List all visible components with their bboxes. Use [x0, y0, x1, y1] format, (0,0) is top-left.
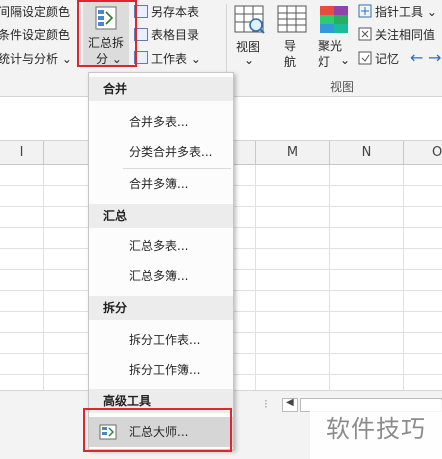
scroll-left-button[interactable]: ◀ [282, 397, 298, 412]
menu-item-merge-sheets[interactable]: 合并多表... [89, 107, 233, 137]
ribbon-item-table-index[interactable]: 表格目录 [151, 26, 199, 43]
column-header-i[interactable]: I [0, 141, 44, 165]
menu-item-merge-workbooks[interactable]: 合并多簿... [89, 169, 233, 199]
ribbon-item-worksheet[interactable]: 工作表 ⌄ [151, 50, 201, 67]
grid-col-line [43, 165, 44, 390]
forward-arrow-icon[interactable]: → [428, 48, 441, 67]
spotlight-icon [320, 6, 348, 33]
view-button[interactable]: 视图 ⌄ [232, 2, 268, 68]
menu-item-category-merge-sheets[interactable]: 分类合并多表... [89, 137, 233, 167]
menu-item-split-workbook[interactable]: 拆分工作簿... [89, 355, 233, 385]
watch-same-value-icon [358, 27, 372, 41]
spotlight-button[interactable]: 聚光灯 ⌄ [316, 2, 352, 69]
menu-section-summary: 汇总 [89, 204, 233, 228]
watermark: 软件技巧 [310, 400, 442, 459]
navigation-label: 导航 [284, 39, 297, 69]
view-icon [234, 5, 265, 34]
ribbon-item-save-sheet[interactable]: 另存本表 [151, 3, 199, 20]
column-header-m[interactable]: M [256, 141, 330, 165]
summary-master-highlight [83, 408, 232, 452]
grid-col-line [255, 165, 256, 390]
ribbon-item-condition-color[interactable]: 条件设定颜色 [0, 26, 70, 43]
pointer-tool-icon [358, 4, 372, 18]
grid-col-line [329, 165, 330, 390]
menu-item-summary-workbooks[interactable]: 汇总多簿... [89, 261, 233, 291]
grid-col-line [403, 165, 404, 390]
navigation-button[interactable]: 导航 [274, 2, 310, 69]
ribbon-item-watch-same-value[interactable]: 关注相同值 [375, 26, 435, 43]
scroll-left-icon: ◀ [286, 397, 294, 408]
summary-split-menu: 合并 合并多表... 分类合并多表... 合并多簿... 汇总 汇总多表... … [88, 72, 234, 450]
menu-item-summary-sheets[interactable]: 汇总多表... [89, 231, 233, 261]
column-header-o[interactable]: O [404, 141, 442, 165]
navigation-icon [277, 5, 307, 33]
spotlight-dropdown-arrow: ⌄ [340, 53, 351, 67]
menu-section-split: 拆分 [89, 296, 233, 320]
menu-section-merge: 合并 [89, 77, 233, 101]
ribbon-item-alternate-color[interactable]: 间隔设定颜色 [0, 3, 70, 20]
ribbon-item-memory[interactable]: 记忆 [375, 50, 399, 67]
back-arrow-icon[interactable]: ← [410, 48, 423, 67]
ribbon-item-pointer-tool[interactable]: 指针工具 ⌄ [375, 3, 437, 20]
ribbon-group-label-view: 视图 [330, 80, 355, 94]
scroll-separator-icon: ⁝ [264, 397, 268, 411]
column-header-n[interactable]: N [330, 141, 404, 165]
menu-item-split-worksheet[interactable]: 拆分工作表... [89, 325, 233, 355]
split-button-highlight [77, 0, 137, 67]
ribbon-item-statistics[interactable]: 统计与分析 ⌄ [0, 50, 72, 67]
memory-icon [358, 51, 372, 65]
view-dropdown-arrow: ⌄ [244, 53, 255, 67]
